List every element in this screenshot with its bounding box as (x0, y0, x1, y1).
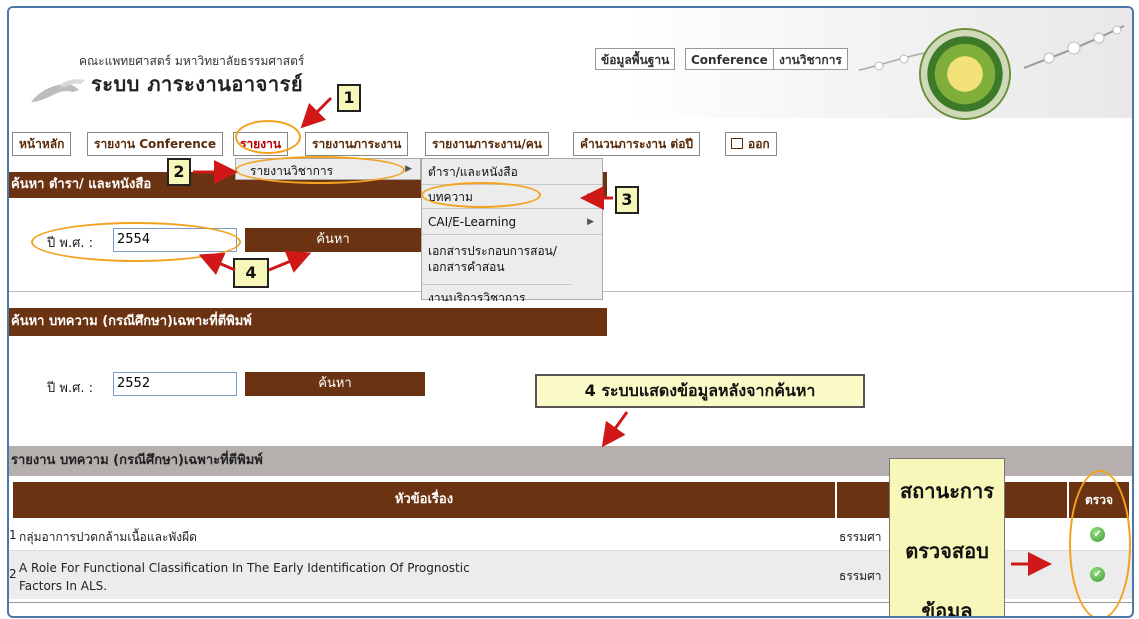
col-topic-header: หัวข้อเรื่อง (13, 482, 835, 518)
status-line-3: ข้อมูล (921, 599, 973, 618)
top-link-academic[interactable]: งานวิชาการ (773, 48, 848, 70)
nav-home[interactable]: หน้าหลัก (12, 132, 72, 156)
arrow-step-4-right (268, 250, 312, 273)
search-books-button[interactable]: ค้นหา (245, 228, 421, 252)
highlight-year-input (31, 222, 241, 262)
status-line-1: สถานะการ (899, 479, 995, 503)
blossom-decoration-icon (1023, 25, 1125, 69)
nav-workload-per-person[interactable]: รายงานภาระงาน/คน (425, 132, 549, 156)
highlight-check-column (1069, 470, 1131, 616)
nav-logout[interactable]: ออก (725, 132, 777, 156)
chevron-right-icon: ▶ (587, 217, 594, 227)
highlight-academic-report (235, 156, 405, 184)
row-number: 2 (9, 567, 17, 581)
status-callout: สถานะการ ตรวจสอบ ข้อมูล (889, 458, 1005, 618)
result-callout: 4 ระบบแสดงข้อมูลหลังจากค้นหา (535, 374, 865, 408)
university-seal-icon (919, 28, 1011, 120)
search-articles-header: ค้นหา บทความ (กรณีศึกษา)เฉพาะที่ตีพิมพ์ (9, 308, 607, 336)
chevron-right-icon: ▶ (405, 164, 412, 174)
step-3-badge: 3 (615, 186, 639, 214)
search-articles-year-label: ปี พ.ศ. : (47, 381, 93, 396)
step-1-badge: 1 (337, 84, 361, 112)
menu-item-academic-service[interactable]: งานบริการวิชาการ (422, 287, 602, 301)
row-owner: ธรรมศา (839, 569, 882, 583)
highlight-articles-item (421, 182, 541, 208)
chevron-right-icon: ▶ (587, 192, 594, 202)
app-window: คณะแพทยศาสตร์ มหาวิทยาลัยธรรมศาสตร์ ระบบ… (7, 6, 1134, 618)
search-articles-button[interactable]: ค้นหา (245, 372, 425, 396)
menu-item-cai-elearning[interactable]: CAI/E-Learning ▶ (422, 209, 602, 235)
nav-logout-label: ออก (748, 137, 770, 151)
row-owner: ธรรมศา (839, 530, 882, 544)
row-topic: กลุ่มอาการปวดกล้ามเนื้อและพังผืด (19, 530, 197, 544)
row-topic: A Role For Functional Classification In … (19, 561, 470, 593)
search-articles-year-input[interactable]: 2552 (113, 372, 237, 396)
menu-item-cai-label: CAI/E-Learning (428, 215, 517, 229)
system-title: ระบบ ภาระงานอาจารย์ (91, 72, 304, 96)
hand-logo-icon (31, 79, 85, 102)
submenu-academic-types: ตำรา/และหนังสือ บทความ ▶ CAI/E-Learning … (421, 158, 603, 301)
nav-workload-report[interactable]: รายงานภาระงาน (305, 132, 409, 156)
status-line-2: ตรวจสอบ (905, 539, 989, 563)
step-2-badge: 2 (167, 158, 191, 186)
top-link-basic-info[interactable]: ข้อมูลพื้นฐาน (595, 48, 676, 70)
logout-icon (731, 138, 743, 149)
highlight-report-menu (235, 120, 301, 154)
top-link-conference[interactable]: Conference (685, 48, 774, 70)
arrow-result (601, 411, 629, 448)
menu-item-books[interactable]: ตำรา/และหนังสือ (422, 159, 602, 185)
step-4-badge: 4 (233, 258, 269, 288)
nav-calc-workload[interactable]: คำนวนภาระงาน ต่อปี (573, 132, 701, 156)
arrow-step-4-left (198, 252, 236, 275)
nav-conference-report[interactable]: รายงาน Conference (87, 132, 223, 156)
row-number: 1 (9, 528, 17, 542)
menu-item-teaching-docs[interactable]: เอกสารประกอบการสอน/ เอกสารคำสอน (422, 235, 572, 285)
